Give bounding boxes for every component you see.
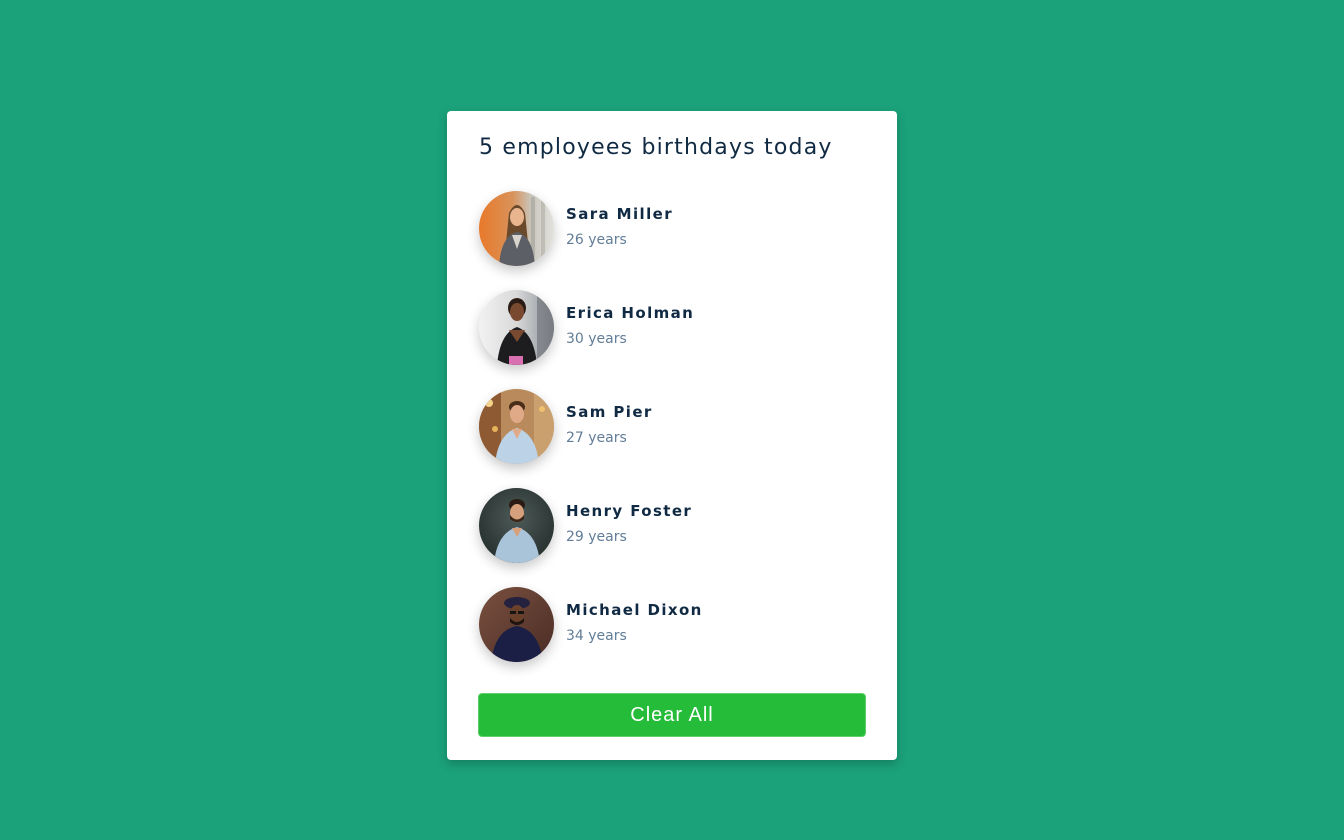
person-item: Michael Dixon 34 years — [479, 587, 859, 662]
person-age: 34 years — [566, 628, 627, 644]
avatar — [479, 389, 554, 464]
clear-all-button[interactable]: Clear All — [478, 693, 866, 737]
avatar — [479, 191, 554, 266]
person-age: 30 years — [566, 331, 627, 347]
person-age: 26 years — [566, 232, 627, 248]
card-title: 5 employees birthdays today — [479, 135, 833, 160]
avatar — [479, 488, 554, 563]
person-name: Michael Dixon — [566, 601, 703, 619]
person-item: Sam Pier 27 years — [479, 389, 859, 464]
avatar — [479, 290, 554, 365]
person-item: Erica Holman 30 years — [479, 290, 859, 365]
person-item: Henry Foster 29 years — [479, 488, 859, 563]
person-name: Henry Foster — [566, 502, 693, 520]
avatar — [479, 587, 554, 662]
person-name: Erica Holman — [566, 304, 695, 322]
birthday-card: 5 employees birthdays today Sara Miller … — [447, 111, 897, 760]
person-age: 27 years — [566, 430, 627, 446]
person-age: 29 years — [566, 529, 627, 545]
person-name: Sam Pier — [566, 403, 653, 421]
person-item: Sara Miller 26 years — [479, 191, 859, 266]
person-name: Sara Miller — [566, 205, 673, 223]
